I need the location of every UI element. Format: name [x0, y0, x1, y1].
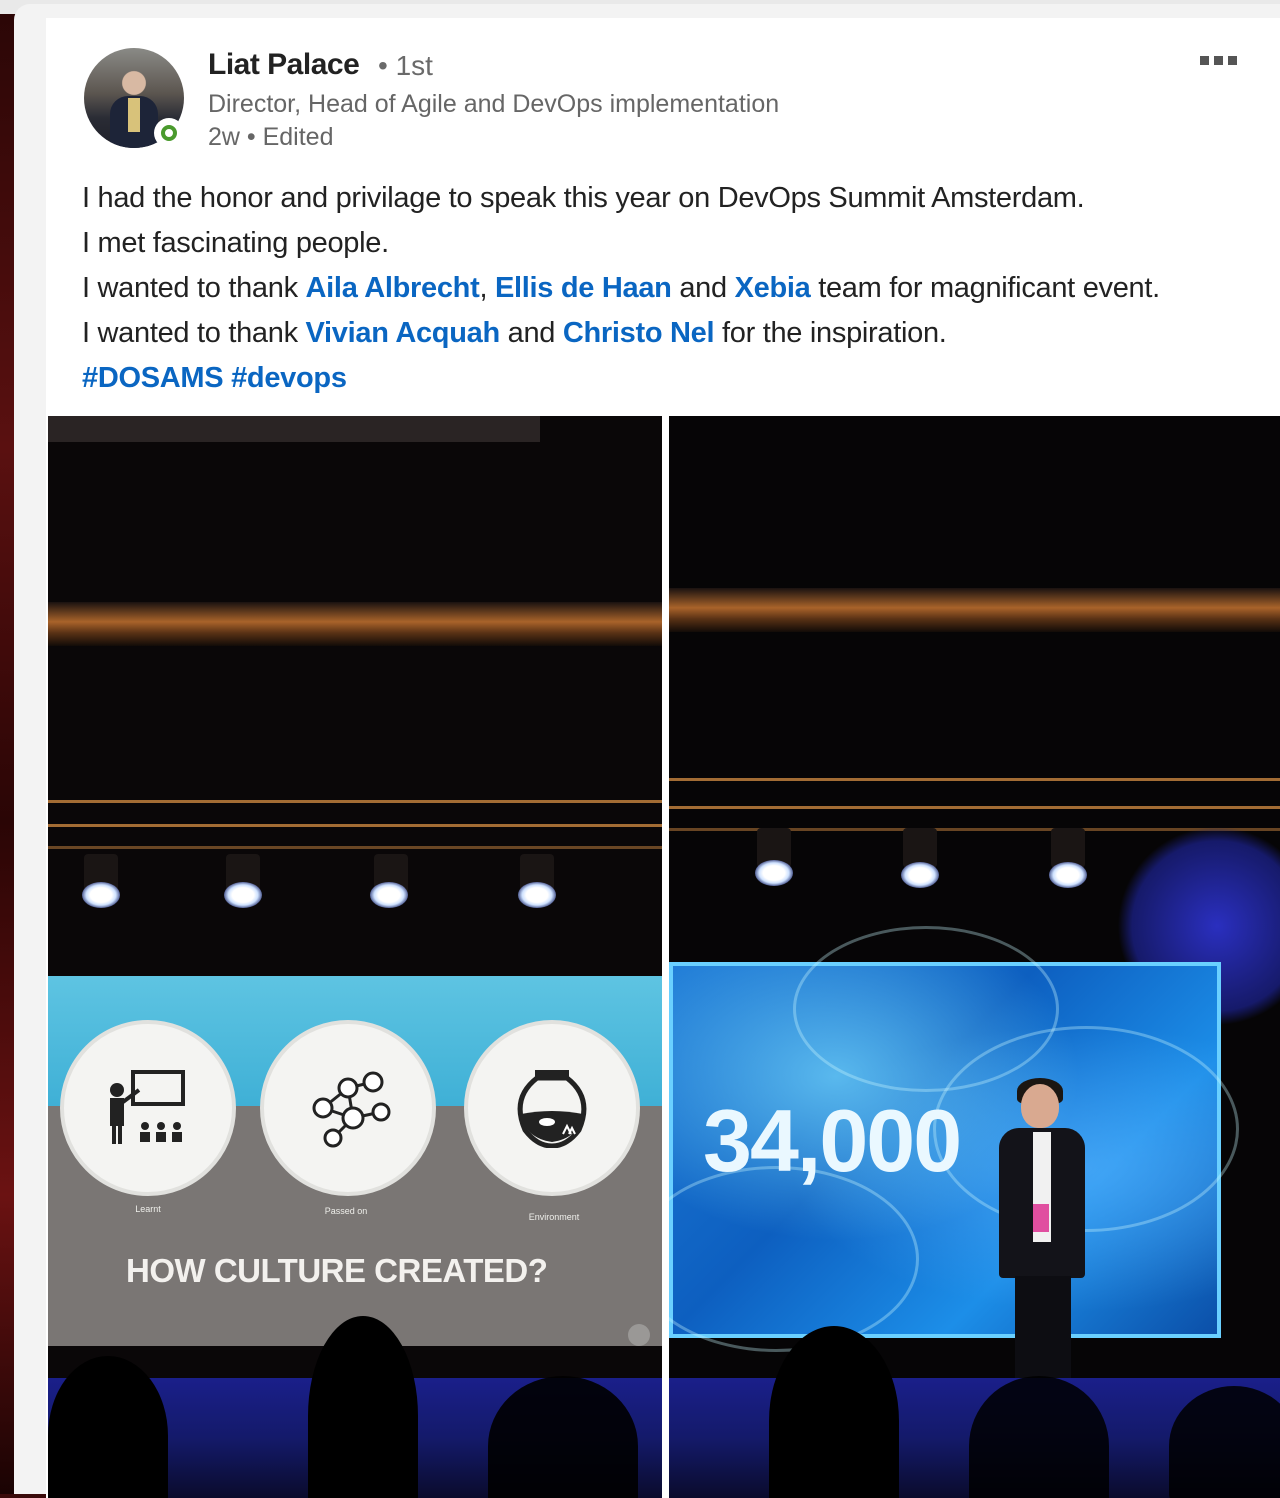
- presentation-slide: Learnt Passed on Environment HOW CULTURE…: [48, 976, 662, 1346]
- stage-light: [82, 882, 120, 908]
- slide-caption-environment: Environment: [528, 1212, 580, 1222]
- truss-line: [669, 778, 1280, 781]
- mention-vivian-acquah[interactable]: Vivian Acquah: [306, 317, 501, 349]
- stage-light: [1049, 862, 1087, 888]
- mention-christo-nel[interactable]: Christo Nel: [563, 317, 715, 349]
- truss-line: [669, 806, 1280, 809]
- post-line-1: I had the honor and privilage to speak t…: [82, 182, 1085, 214]
- presentation-slide: 34,000: [669, 926, 1239, 1352]
- avatar-shirt: [128, 98, 140, 132]
- slide-circle-learnt: [60, 1020, 236, 1196]
- slide-dot: [628, 1324, 650, 1346]
- ceiling-panel: [48, 416, 540, 442]
- truss-line: [48, 824, 662, 827]
- slide-circle-passed-on: [260, 1020, 436, 1196]
- truss-line: [48, 800, 662, 803]
- post-card-frame: Liat Palace • 1st Director, Head of Agil…: [14, 4, 1280, 1498]
- online-status-icon: [154, 118, 184, 148]
- mention-ellis-de-haan[interactable]: Ellis de Haan: [495, 272, 672, 304]
- post-timestamp: 2w • Edited: [208, 123, 334, 151]
- author-name[interactable]: Liat Palace: [208, 48, 360, 82]
- dna-strand: [933, 1026, 1239, 1232]
- dna-strand: [669, 1166, 919, 1352]
- stage-beam: [669, 588, 1280, 632]
- network-icon: [264, 1068, 432, 1163]
- slide-caption-passed-on: Passed on: [324, 1206, 368, 1216]
- slide-circle-environment: [464, 1020, 640, 1196]
- hashtag-dosams[interactable]: #DOSAMS: [82, 362, 224, 394]
- stage-light: [518, 882, 556, 908]
- mention-aila-albrecht[interactable]: Aila Albrecht: [306, 272, 480, 304]
- post-line-2: I met fascinating people.: [82, 227, 389, 259]
- post-line-3: I wanted to thank Aila Albrecht, Ellis d…: [82, 272, 1160, 304]
- truss-line: [48, 846, 662, 849]
- teacher-icon: [64, 1068, 232, 1163]
- stage-light: [901, 862, 939, 888]
- feed-post: Liat Palace • 1st Director, Head of Agil…: [46, 18, 1280, 1498]
- slide-number: 34,000: [703, 1091, 962, 1190]
- fishbowl-icon: [468, 1068, 636, 1163]
- more-options-icon[interactable]: [1200, 56, 1237, 65]
- post-text: I had the honor and privilage to speak t…: [82, 176, 1280, 401]
- slide-title: HOW CULTURE CREATED?: [126, 1252, 548, 1289]
- mention-xebia[interactable]: Xebia: [735, 272, 811, 304]
- author-headline: Director, Head of Agile and DevOps imple…: [208, 90, 780, 118]
- speaker-badge: [1033, 1204, 1049, 1232]
- slide-caption-learnt: Learnt: [135, 1204, 161, 1214]
- stage-light: [370, 882, 408, 908]
- stage-light: [224, 882, 262, 908]
- post-line-4: I wanted to thank Vivian Acquah and Chri…: [82, 317, 947, 349]
- post-photo-left[interactable]: Learnt Passed on Environment HOW CULTURE…: [48, 416, 662, 1498]
- hashtag-devops[interactable]: #devops: [231, 362, 347, 394]
- post-hashtags: #DOSAMS #devops: [82, 356, 1280, 401]
- post-photo-right[interactable]: 34,000: [669, 416, 1280, 1498]
- stage-beam: [48, 602, 662, 646]
- audience-head: [769, 1326, 899, 1498]
- connection-degree: • 1st: [378, 50, 433, 81]
- stage-light: [755, 860, 793, 886]
